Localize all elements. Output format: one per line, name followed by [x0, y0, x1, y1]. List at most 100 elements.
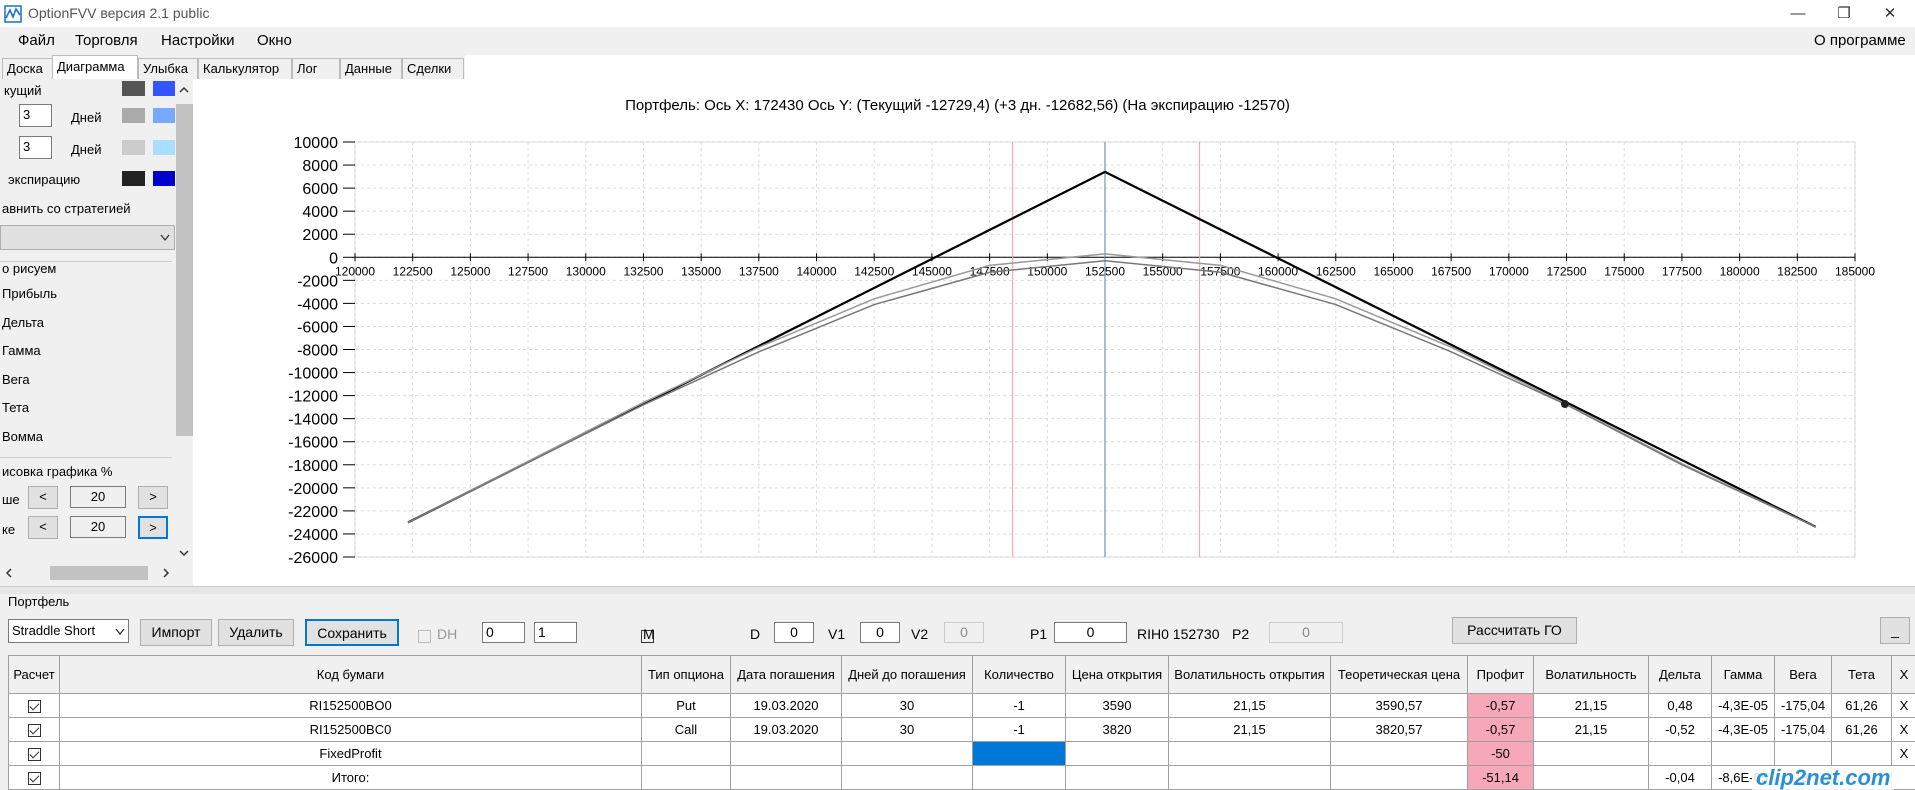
- cell-expiry[interactable]: 19.03.2020: [730, 693, 842, 718]
- y-tick-label: -24000: [288, 527, 338, 544]
- delete-row-button[interactable]: X: [1891, 693, 1915, 718]
- cell-expiry[interactable]: [730, 741, 842, 766]
- col-theo-price[interactable]: Теоретическая цена: [1330, 655, 1468, 694]
- cell-type[interactable]: [641, 741, 731, 766]
- cell-delta[interactable]: [1648, 741, 1712, 766]
- cell-delta[interactable]: -0,52: [1648, 717, 1712, 742]
- calc-checkbox[interactable]: [27, 748, 41, 762]
- cell-delta[interactable]: 0,48: [1648, 693, 1712, 718]
- calc-checkbox[interactable]: [27, 724, 41, 738]
- col-open-price[interactable]: Цена открытия: [1065, 655, 1169, 694]
- cell-open-price[interactable]: 3820: [1065, 717, 1169, 742]
- x-tick-label: 165000: [1373, 264, 1413, 278]
- cell-gamma[interactable]: -4,3E-05: [1711, 717, 1775, 742]
- dh-spin1[interactable]: 0: [482, 622, 525, 643]
- col-profit[interactable]: Профит: [1467, 655, 1534, 694]
- cell-days[interactable]: 30: [841, 717, 973, 742]
- col-type[interactable]: Тип опциона: [641, 655, 731, 694]
- cell-vega[interactable]: -175,04: [1774, 717, 1832, 742]
- cell-open-price[interactable]: [1065, 741, 1169, 766]
- import-button[interactable]: Импорт: [140, 619, 212, 646]
- calc-checkbox-cell[interactable]: [8, 693, 60, 718]
- panel-splitter[interactable]: [0, 586, 1915, 594]
- calc-checkbox[interactable]: [27, 772, 41, 786]
- save-button[interactable]: Сохранить: [305, 619, 399, 646]
- cell-theta[interactable]: 61,26: [1831, 693, 1892, 718]
- calculate-go-button[interactable]: Рассчитать ГО: [1452, 617, 1577, 644]
- delete-row-button[interactable]: X: [1891, 717, 1915, 742]
- y-tick-label: -12000: [288, 389, 338, 406]
- calc-checkbox-cell[interactable]: [8, 717, 60, 742]
- table-row[interactable]: RI152500BO0 Put 19.03.2020 30 -1 3590 21…: [8, 693, 1915, 718]
- col-code[interactable]: Код бумаги: [59, 655, 642, 694]
- cell-days[interactable]: [841, 741, 973, 766]
- col-qty[interactable]: Количество: [972, 655, 1066, 694]
- table-header-row: Расчет Код бумаги Тип опциона Дата погаш…: [8, 655, 1915, 694]
- cell-theta[interactable]: [1831, 741, 1892, 766]
- payoff-chart[interactable]: 1000080006000400020000-2000-4000-6000-80…: [0, 0, 1915, 586]
- cell-profit-total: -51,14: [1467, 765, 1534, 790]
- col-delta[interactable]: Дельта: [1648, 655, 1712, 694]
- cell-qty-selected[interactable]: [972, 741, 1066, 766]
- cell-gamma[interactable]: -4,3E-05: [1711, 693, 1775, 718]
- table-row[interactable]: RI152500BC0 Call 19.03.2020 30 -1 3820 2…: [8, 717, 1915, 742]
- cell-type[interactable]: Call: [641, 717, 731, 742]
- cell-vega[interactable]: [1774, 741, 1832, 766]
- cell-gamma[interactable]: [1711, 741, 1775, 766]
- calc-checkbox[interactable]: [27, 700, 41, 714]
- cell-open-vol[interactable]: 21,15: [1168, 717, 1331, 742]
- cell-qty[interactable]: -1: [972, 693, 1066, 718]
- col-days[interactable]: Дней до погашения: [841, 655, 973, 694]
- table-row[interactable]: FixedProfit -50 X: [8, 741, 1915, 766]
- delete-button[interactable]: Удалить: [218, 619, 294, 646]
- cell-code[interactable]: FixedProfit: [59, 741, 642, 766]
- cell-theta[interactable]: 61,26: [1831, 717, 1892, 742]
- dh-spin2[interactable]: 1: [534, 622, 577, 643]
- m-label: M: [643, 626, 655, 642]
- p2-input[interactable]: 0: [1269, 622, 1343, 643]
- strategy-select[interactable]: Straddle Short: [8, 619, 129, 643]
- cell-open-vol[interactable]: [1168, 741, 1331, 766]
- cell-vol[interactable]: 21,15: [1533, 717, 1649, 742]
- cell-open-price[interactable]: 3590: [1065, 693, 1169, 718]
- col-expiry[interactable]: Дата погашения: [730, 655, 842, 694]
- cell-code[interactable]: RI152500BC0: [59, 717, 642, 742]
- d-input[interactable]: 0: [774, 622, 814, 643]
- cell-expiry[interactable]: 19.03.2020: [730, 717, 842, 742]
- cell-type[interactable]: Put: [641, 693, 731, 718]
- table-row-total[interactable]: Итого: -51,14 -0,04 -8,6E-05 -3: [8, 765, 1915, 790]
- x-tick-label: 167500: [1431, 264, 1471, 278]
- cursor-point: [1560, 400, 1569, 409]
- cell-open-vol[interactable]: 21,15: [1168, 693, 1331, 718]
- calc-checkbox-cell[interactable]: [8, 765, 60, 790]
- cell-theo-price[interactable]: [1330, 741, 1468, 766]
- delete-row-button[interactable]: X: [1891, 741, 1915, 766]
- cell-profit[interactable]: -0,57: [1467, 693, 1534, 718]
- cell-code[interactable]: RI152500BO0: [59, 693, 642, 718]
- col-gamma[interactable]: Гамма: [1711, 655, 1775, 694]
- cell-profit[interactable]: -50: [1467, 741, 1534, 766]
- col-open-vol[interactable]: Волатильность открытия: [1168, 655, 1331, 694]
- cell-days[interactable]: 30: [841, 693, 973, 718]
- cell-vol[interactable]: 21,15: [1533, 693, 1649, 718]
- calc-checkbox-cell[interactable]: [8, 741, 60, 766]
- col-delete[interactable]: X: [1891, 655, 1915, 694]
- col-vega[interactable]: Вега: [1774, 655, 1832, 694]
- x-tick-label: 130000: [566, 264, 606, 278]
- cell-qty[interactable]: -1: [972, 717, 1066, 742]
- dh-checkbox[interactable]: [418, 629, 431, 643]
- x-tick-label: 137500: [739, 264, 779, 278]
- v1-input[interactable]: 0: [860, 622, 900, 643]
- cell-vol[interactable]: [1533, 741, 1649, 766]
- v2-input[interactable]: 0: [944, 622, 984, 643]
- col-calc[interactable]: Расчет: [8, 655, 60, 694]
- y-tick-label: -10000: [288, 366, 338, 383]
- cell-theo-price[interactable]: 3820,57: [1330, 717, 1468, 742]
- col-theta[interactable]: Тета: [1831, 655, 1892, 694]
- col-vol[interactable]: Волатильность: [1533, 655, 1649, 694]
- cell-vega[interactable]: -175,04: [1774, 693, 1832, 718]
- minimize-panel-button[interactable]: _: [1880, 617, 1910, 644]
- p1-input[interactable]: 0: [1054, 622, 1127, 643]
- cell-profit[interactable]: -0,57: [1467, 717, 1534, 742]
- cell-theo-price[interactable]: 3590,57: [1330, 693, 1468, 718]
